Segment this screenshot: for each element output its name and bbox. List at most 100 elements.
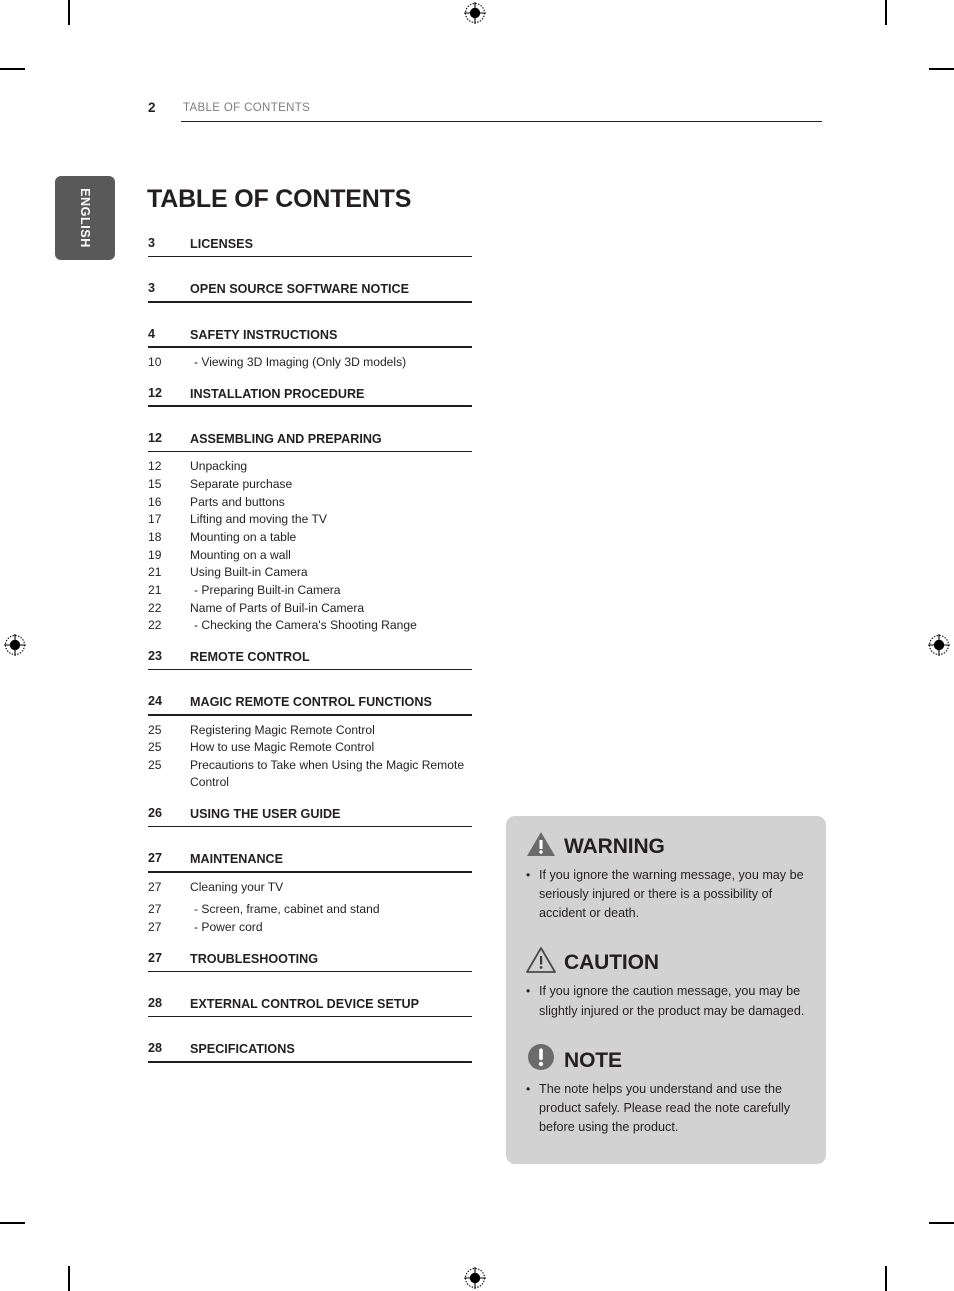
toc-section[interactable]: 3 LICENSES xyxy=(148,236,472,258)
page-title: TABLE OF CONTENTS xyxy=(147,184,412,213)
toc-subitem-label: Lifting and moving the TV xyxy=(190,512,327,527)
toc-subitem[interactable]: 10 - Viewing 3D Imaging (Only 3D models) xyxy=(148,354,472,372)
toc-section-heading[interactable]: 3 LICENSES xyxy=(148,236,472,256)
notice-body: • If you ignore the warning message, you … xyxy=(526,866,806,923)
toc-subitem[interactable]: 25 Precautions to Take when Using the Mag… xyxy=(148,757,472,792)
notice-spacer xyxy=(526,1021,806,1042)
toc-section-heading[interactable]: 23 REMOTE CONTROL xyxy=(148,649,472,669)
notice-word: WARNING xyxy=(564,835,665,858)
table-of-contents: 3 LICENSES 3 OPEN SOURCE SOFTWARE NOTICE 4 SA… xyxy=(148,236,472,1065)
toc-section-label: ASSEMBLING AND PREPARING xyxy=(190,431,382,446)
crop-mark-top-left-horizontal xyxy=(0,68,25,70)
toc-subitem-label: Mounting on a wall xyxy=(190,547,291,562)
toc-section-label: MAGIC REMOTE CONTROL FUNCTIONS xyxy=(190,695,432,710)
toc-spacer xyxy=(148,635,472,649)
toc-section-label: USING THE USER GUIDE xyxy=(190,807,341,822)
toc-section[interactable]: 28 SPECIFICATIONS xyxy=(148,1041,472,1063)
toc-subitem-page-number: 22 xyxy=(148,618,162,633)
safety-notice-box: WARNING • If you ignore the warning messag… xyxy=(506,816,826,1164)
toc-subitem-label: Mounting on a table xyxy=(190,529,297,544)
registration-mark-right-middle xyxy=(928,634,950,656)
toc-subitem[interactable]: 15 Separate purchase xyxy=(148,476,472,494)
toc-subitem[interactable]: 16 Parts and buttons xyxy=(148,494,472,512)
toc-subitem[interactable]: 27 - Screen, frame, cabinet and stand xyxy=(148,896,472,919)
toc-section-page-number: 12 xyxy=(148,430,163,445)
registration-mark-bottom-center xyxy=(464,1267,486,1289)
toc-section-page-number: 3 xyxy=(148,281,156,296)
toc-subitem-label: Using Built-in Camera xyxy=(190,565,308,580)
toc-subitem[interactable]: 12 Unpacking xyxy=(148,458,472,476)
toc-section-rule xyxy=(148,346,472,348)
toc-subitem-page-number: 25 xyxy=(148,757,162,772)
toc-section-rule xyxy=(148,450,472,453)
toc-subitem[interactable]: 25 Registering Magic Remote Control xyxy=(148,722,472,740)
toc-section-page-number: 23 xyxy=(148,648,163,663)
toc-subitem[interactable]: 18 Mounting on a table xyxy=(148,529,472,547)
toc-section-rule xyxy=(148,1015,472,1018)
toc-section-heading[interactable]: 24 MAGIC REMOTE CONTROL FUNCTIONS xyxy=(148,694,472,714)
toc-section[interactable]: 4 SAFETY INSTRUCTIONS 10 - Viewing 3D Imagi… xyxy=(148,327,472,372)
toc-section[interactable]: 3 OPEN SOURCE SOFTWARE NOTICE xyxy=(148,281,472,303)
toc-section[interactable]: 26 USING THE USER GUIDE xyxy=(148,806,472,828)
toc-subitem[interactable]: 21 Using Built-in Camera xyxy=(148,564,472,582)
toc-subitem-list: 10 - Viewing 3D Imaging (Only 3D models) xyxy=(148,350,472,372)
toc-section-label: TROUBLESHOOTING xyxy=(190,951,319,966)
toc-section-label: EXTERNAL CONTROL DEVICE SETUP xyxy=(190,997,420,1012)
toc-subitem[interactable]: 17 Lifting and moving the TV xyxy=(148,511,472,529)
toc-section-rule xyxy=(148,255,472,258)
toc-subitem[interactable]: 25 How to use Magic Remote Control xyxy=(148,739,472,757)
header-section-title: TABLE OF CONTENTS xyxy=(183,102,311,114)
toc-section-heading[interactable]: 12 ASSEMBLING AND PREPARING xyxy=(148,431,472,451)
toc-subitem-page-number: 21 xyxy=(148,565,162,580)
toc-spacer xyxy=(148,259,472,281)
toc-section[interactable]: 27 TROUBLESHOOTING xyxy=(148,951,472,973)
toc-section-heading[interactable]: 4 SAFETY INSTRUCTIONS xyxy=(148,327,472,347)
toc-section[interactable]: 12 INSTALLATION PROCEDURE xyxy=(148,386,472,407)
toc-subitem-page-number: 27 xyxy=(148,902,162,917)
caution-triangle-outline-icon xyxy=(526,946,556,979)
toc-section-page-number: 27 xyxy=(148,950,163,965)
toc-subitem[interactable]: 27 Cleaning your TV xyxy=(148,879,472,897)
toc-section-label: LICENSES xyxy=(190,237,253,251)
registration-mark-left-middle xyxy=(4,634,26,656)
toc-subitem[interactable]: 19 Mounting on a wall xyxy=(148,547,472,565)
toc-section-rule xyxy=(148,1061,472,1063)
toc-spacer xyxy=(148,372,472,386)
toc-subitem-page-number: 22 xyxy=(148,600,162,615)
toc-spacer xyxy=(148,937,472,951)
notice-heading: WARNING xyxy=(526,828,806,864)
toc-subitem-page-number: 19 xyxy=(148,547,162,562)
toc-section[interactable]: 23 REMOTE CONTROL xyxy=(148,649,472,671)
toc-spacer xyxy=(148,829,472,851)
toc-subitem[interactable]: 22 - Checking the Camera's Shooting Range xyxy=(148,617,472,635)
toc-section[interactable]: 12 ASSEMBLING AND PREPARING 12 Unpacking 15 S… xyxy=(148,431,472,635)
toc-section-label: OPEN SOURCE SOFTWARE NOTICE xyxy=(190,282,410,297)
notice-spacer xyxy=(526,923,806,944)
header-rule xyxy=(181,121,822,122)
toc-section-heading[interactable]: 28 EXTERNAL CONTROL DEVICE SETUP xyxy=(148,996,472,1016)
toc-section[interactable]: 24 MAGIC REMOTE CONTROL FUNCTIONS 25 Regist… xyxy=(148,694,472,792)
toc-subitem-page-number: 18 xyxy=(148,529,162,544)
toc-section-page-number: 12 xyxy=(148,385,163,400)
toc-subitem-list: 25 Registering Magic Remote Control 25 How … xyxy=(148,718,472,793)
toc-subitem[interactable]: 21 - Preparing Built-in Camera xyxy=(148,582,472,600)
toc-section-page-number: 28 xyxy=(148,1041,163,1056)
toc-section-heading[interactable]: 27 MAINTENANCE xyxy=(148,851,472,871)
toc-subitem-label: Name of Parts of Buil-in Camera xyxy=(190,600,365,615)
toc-section-heading[interactable]: 28 SPECIFICATIONS xyxy=(148,1041,472,1061)
toc-section-heading[interactable]: 12 INSTALLATION PROCEDURE xyxy=(148,386,472,406)
toc-spacer xyxy=(148,792,472,806)
toc-section-heading[interactable]: 27 TROUBLESHOOTING xyxy=(148,951,472,971)
toc-subitem-label: How to use Magic Remote Control xyxy=(190,740,375,755)
toc-subitem-label: - Viewing 3D Imaging (Only 3D models) xyxy=(194,354,407,369)
registration-mark-top-center xyxy=(464,2,486,24)
toc-subitem[interactable]: 22 Name of Parts of Buil-in Camera xyxy=(148,600,472,618)
toc-section-rule xyxy=(148,668,472,671)
toc-section[interactable]: 28 EXTERNAL CONTROL DEVICE SETUP xyxy=(148,996,472,1018)
toc-spacer xyxy=(148,1019,472,1041)
toc-section-heading[interactable]: 3 OPEN SOURCE SOFTWARE NOTICE xyxy=(148,281,472,301)
toc-section-heading[interactable]: 26 USING THE USER GUIDE xyxy=(148,806,472,826)
notice-body: • The note helps you understand and use t… xyxy=(526,1080,806,1137)
toc-section[interactable]: 27 MAINTENANCE 27 Cleaning your TV 27 - Scree… xyxy=(148,851,472,936)
toc-subitem[interactable]: 27 - Power cord xyxy=(148,919,472,937)
